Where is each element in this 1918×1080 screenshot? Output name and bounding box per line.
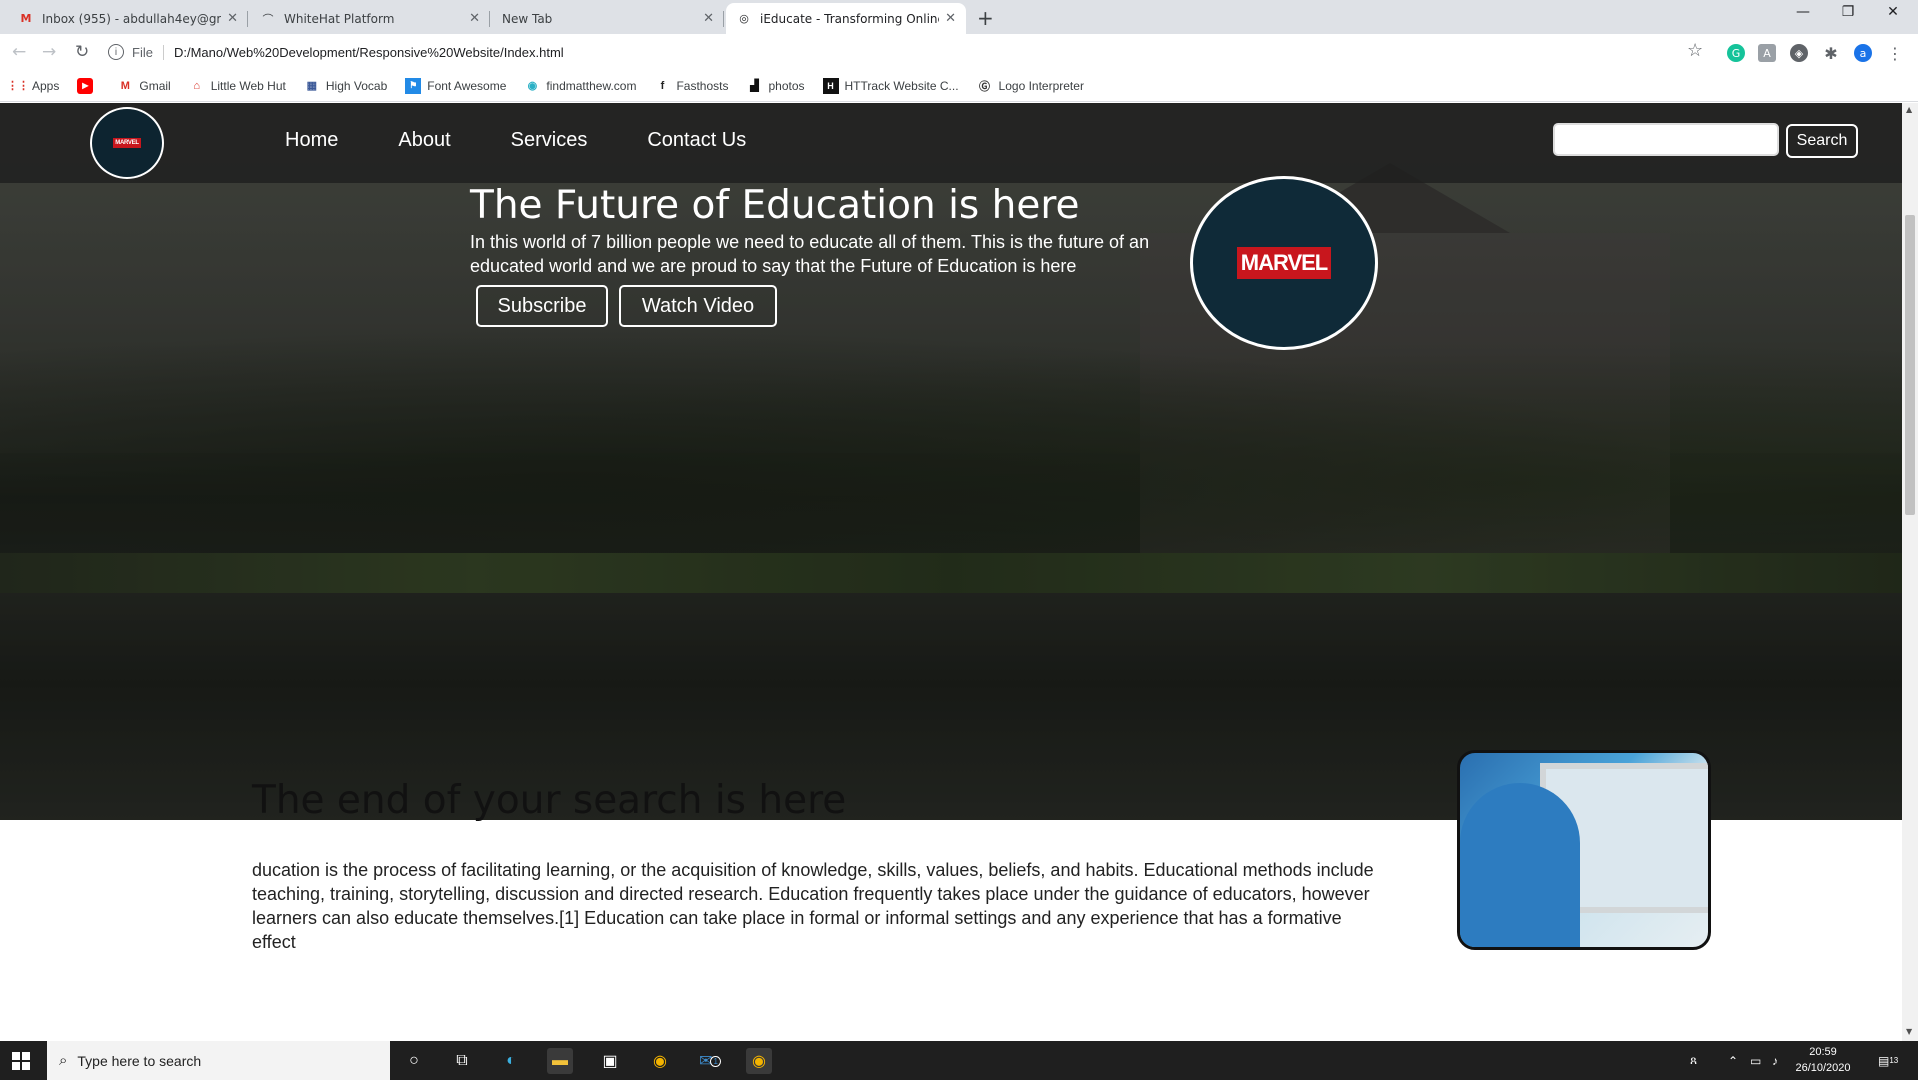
- hero-text: In this world of 7 billion people we nee…: [470, 232, 1150, 276]
- youtube-icon: ▶: [77, 77, 94, 94]
- marvel-logo-text: MARVEL: [113, 138, 141, 148]
- site-search-input[interactable]: [1553, 123, 1779, 156]
- findmatthew-icon: ◉: [527, 80, 538, 92]
- tab-inbox[interactable]: M Inbox (955) - abdullah4ey@gmail.com ✕: [8, 3, 248, 34]
- file-explorer-icon[interactable]: ▬: [547, 1048, 573, 1074]
- reload-icon[interactable]: ↻: [75, 42, 89, 62]
- bookmark-gmail[interactable]: M Gmail: [117, 78, 171, 94]
- hero-section: MARVEL Home About Services Contact Us Se…: [0, 103, 1902, 820]
- nav-about[interactable]: About: [398, 129, 450, 152]
- section-title: The end of your search is here: [252, 778, 847, 823]
- httrack-icon: H: [822, 77, 839, 94]
- search-icon: ⌕: [59, 1052, 68, 1069]
- tray-chevron-up-icon[interactable]: ⌃: [1728, 1041, 1738, 1080]
- marvel-logo-text: MARVEL: [1236, 247, 1332, 279]
- little-web-hut-icon: ⌂: [193, 79, 201, 92]
- tab-ieducate[interactable]: ◎ iEducate - Transforming Online Educati…: [726, 3, 966, 34]
- high-vocab-icon: ▦: [306, 80, 318, 92]
- tab-whitehat[interactable]: ⌒ WhiteHat Platform ✕: [250, 3, 490, 34]
- site-navbar: MARVEL Home About Services Contact Us Se…: [0, 103, 1902, 183]
- restore-icon[interactable]: ❐: [1828, 4, 1868, 20]
- bookmark-findmatthew[interactable]: ◉ findmatthew.com: [524, 78, 637, 94]
- section-image: [1457, 750, 1711, 950]
- bookmark-high-vocab[interactable]: ▦ High Vocab: [304, 78, 388, 94]
- close-icon[interactable]: ✕: [945, 11, 956, 26]
- bookmark-star-icon[interactable]: ☆: [1687, 40, 1703, 61]
- subscribe-button[interactable]: Subscribe: [476, 285, 608, 327]
- taskbar-search[interactable]: ⌕ Type here to search: [47, 1041, 390, 1080]
- person-silhouette: [1460, 783, 1580, 947]
- forward-arrow-icon[interactable]: →: [42, 42, 56, 62]
- bookmark-photos[interactable]: ▟ photos: [746, 78, 804, 94]
- close-icon[interactable]: ✕: [703, 11, 714, 26]
- nav-contact-us[interactable]: Contact Us: [647, 129, 746, 152]
- scroll-down-icon[interactable]: ▼: [1906, 1027, 1912, 1036]
- nav-services[interactable]: Services: [511, 129, 588, 152]
- chrome-active-icon[interactable]: ◉: [746, 1048, 772, 1074]
- network-icon[interactable]: ▭: [1750, 1041, 1761, 1080]
- windows-start-icon[interactable]: [12, 1052, 30, 1070]
- edge-icon[interactable]: ◐: [498, 1048, 524, 1074]
- extension-icon[interactable]: A: [1758, 44, 1776, 62]
- mail-badge: 1: [710, 1055, 721, 1067]
- gmail-icon: M: [20, 12, 32, 25]
- cortana-icon[interactable]: ○: [401, 1048, 427, 1074]
- photos-icon: ▟: [750, 80, 759, 92]
- bookmark-apps[interactable]: ⋮⋮ Apps: [7, 78, 59, 94]
- section-text: ducation is the process of facilitating …: [252, 860, 1374, 952]
- task-view-icon[interactable]: ⧉: [449, 1048, 475, 1074]
- tray-people-icon[interactable]: ጸ: [1690, 1041, 1697, 1080]
- extension-icon[interactable]: ◈: [1790, 44, 1808, 62]
- mail-icon[interactable]: ✉ 1: [697, 1048, 723, 1074]
- bookmark-little-web-hut[interactable]: ⌂ Little Web Hut: [189, 78, 285, 94]
- grammarly-icon[interactable]: G: [1727, 44, 1745, 62]
- font-awesome-icon: ⚑: [405, 77, 422, 94]
- bookmark-font-awesome[interactable]: ⚑ Font Awesome: [405, 77, 506, 94]
- watch-video-button[interactable]: Watch Video: [619, 285, 777, 327]
- minimize-icon[interactable]: —: [1783, 4, 1823, 20]
- system-clock[interactable]: 20:59 26/10/2020: [1793, 1044, 1853, 1076]
- gmail-icon: M: [120, 79, 130, 92]
- page-scrollbar[interactable]: ▲ ▼: [1902, 103, 1918, 1041]
- volume-icon[interactable]: ♪: [1772, 1041, 1778, 1080]
- windows-taskbar: ⌕ Type here to search ○ ⧉ ◐ ▬ ▣ ◉ ✉ 1 ◉ ጸ…: [0, 1041, 1918, 1080]
- site-nav: Home About Services Contact Us: [285, 129, 806, 152]
- page-viewport: MARVEL Home About Services Contact Us Se…: [0, 103, 1902, 1041]
- url-text[interactable]: D:/Mano/Web%20Development/Responsive%20W…: [174, 45, 564, 60]
- bookmark-httrack[interactable]: H HTTrack Website C...: [822, 77, 959, 94]
- new-tab-button[interactable]: +: [977, 6, 994, 30]
- scrollbar-thumb[interactable]: [1905, 215, 1915, 515]
- back-arrow-icon[interactable]: ←: [12, 42, 26, 62]
- whitehat-icon: ⌒: [262, 12, 274, 26]
- globe-icon: ◎: [739, 12, 749, 25]
- scheme-label: File: [132, 44, 164, 60]
- notification-icon[interactable]: ▤ 13: [1878, 1041, 1898, 1080]
- hero-logo: MARVEL: [1190, 176, 1378, 350]
- store-icon[interactable]: ▣: [597, 1048, 623, 1074]
- bookmark-logo-interpreter[interactable]: Ⓖ Logo Interpreter: [977, 78, 1084, 94]
- facebook-icon: f: [660, 79, 665, 92]
- bookmark-youtube[interactable]: ▶: [77, 77, 99, 94]
- menu-kebab-icon[interactable]: ⋮: [1886, 44, 1904, 63]
- address-bar[interactable]: i File D:/Mano/Web%20Development/Respons…: [108, 37, 1708, 67]
- address-toolbar: ← → ↻ i File D:/Mano/Web%20Development/R…: [0, 34, 1918, 70]
- site-search-button[interactable]: Search: [1786, 124, 1858, 158]
- bookmark-fasthosts[interactable]: f Fasthosts: [654, 78, 729, 94]
- nav-home[interactable]: Home: [285, 129, 338, 152]
- hero-title: The Future of Education is here: [470, 183, 1080, 228]
- bookmarks-bar: ⋮⋮ Apps ▶ M Gmail ⌂ Little Web Hut ▦ High Vo…: [0, 70, 1918, 102]
- window-close-icon[interactable]: ✕: [1873, 4, 1913, 20]
- info-icon[interactable]: i: [108, 44, 124, 60]
- apps-grid-icon: ⋮⋮: [7, 80, 29, 92]
- tab-new-tab[interactable]: New Tab ✕: [492, 3, 724, 34]
- close-icon[interactable]: ✕: [227, 11, 238, 26]
- puzzle-icon[interactable]: ✱: [1822, 44, 1840, 63]
- chrome-icon[interactable]: ◉: [647, 1048, 673, 1074]
- avatar[interactable]: a: [1854, 44, 1872, 62]
- logo-interpreter-icon: Ⓖ: [979, 80, 991, 93]
- browser-tab-bar: M Inbox (955) - abdullah4ey@gmail.com ✕ …: [0, 0, 1918, 34]
- close-icon[interactable]: ✕: [469, 11, 480, 26]
- site-logo[interactable]: MARVEL: [90, 107, 164, 179]
- scroll-up-icon[interactable]: ▲: [1906, 105, 1912, 114]
